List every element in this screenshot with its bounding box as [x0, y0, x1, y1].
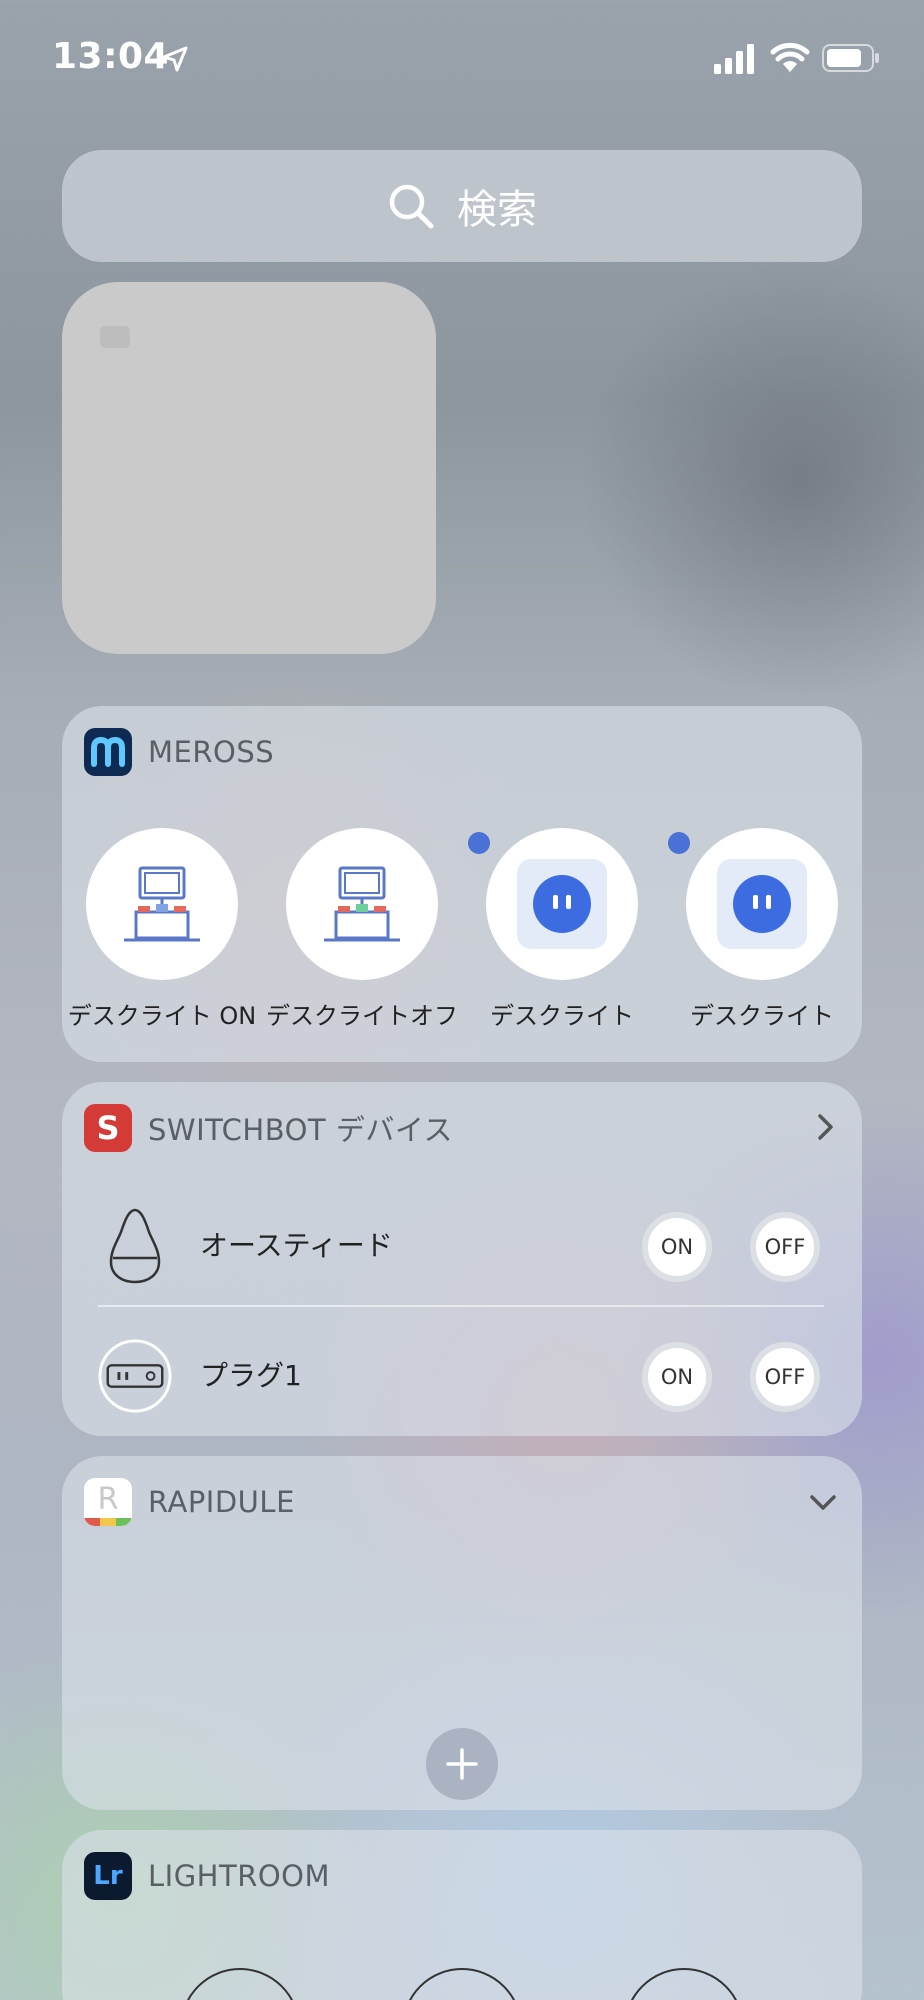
lightroom-action-button[interactable] — [624, 1968, 744, 2000]
chevron-down-icon[interactable] — [806, 1488, 840, 1516]
search-icon — [389, 184, 434, 229]
switchbot-device-row: プラグ1 ON OFF — [62, 1312, 862, 1432]
search-bar[interactable]: 検索 — [62, 150, 862, 262]
lightroom-app-icon: Lr — [84, 1852, 132, 1900]
meross-header: MEROSS — [84, 728, 274, 776]
switchbot-widget: S SWITCHBOT デバイス オースティード ON OFF プラグ1 ON … — [62, 1082, 862, 1436]
switchbot-title: SWITCHBOT デバイス — [148, 1113, 453, 1147]
rapidule-header[interactable]: R RAPIDULE — [84, 1478, 295, 1526]
desk-scene-icon — [286, 828, 438, 980]
wifi-icon — [770, 42, 810, 72]
desk-scene-icon — [86, 828, 238, 980]
meross-item-desk-on[interactable]: デスクライト ON — [62, 828, 262, 1048]
meross-widget: MEROSS デスクライト ON デスクライトオフ デスクライト デスクライト — [62, 706, 862, 1062]
bulb-icon — [98, 1206, 172, 1286]
rapidule-title: RAPIDULE — [148, 1485, 295, 1519]
rapidule-widget: R RAPIDULE — [62, 1456, 862, 1810]
plug-icon — [98, 1336, 172, 1416]
lightroom-title: LIGHTROOM — [148, 1859, 331, 1893]
device-name: オースティード — [200, 1229, 393, 1262]
lightroom-header[interactable]: Lr LIGHTROOM — [84, 1852, 330, 1900]
widget-placeholder-icon — [100, 326, 130, 348]
meross-item-label: デスクライト — [690, 1002, 834, 1030]
cellular-signal-icon — [714, 44, 754, 74]
switchbot-header[interactable]: S SWITCHBOT デバイス — [84, 1104, 453, 1152]
meross-item-label: デスクライトオフ — [266, 1002, 458, 1030]
switchbot-app-icon: S — [84, 1104, 132, 1152]
rapidule-app-icon: R — [84, 1478, 132, 1526]
status-dot — [668, 832, 690, 854]
on-button[interactable]: ON — [642, 1212, 712, 1282]
off-button[interactable]: OFF — [750, 1212, 820, 1282]
location-arrow-icon — [162, 46, 188, 72]
battery-icon — [822, 44, 879, 72]
lightroom-action-button[interactable] — [402, 1968, 522, 2000]
off-button[interactable]: OFF — [750, 1342, 820, 1412]
status-bar: 13:04 — [0, 0, 924, 110]
smart-plug-icon — [486, 828, 638, 980]
add-button[interactable] — [426, 1728, 498, 1800]
switchbot-device-row: オースティード ON OFF — [62, 1182, 862, 1302]
lightroom-action-button[interactable] — [180, 1968, 300, 2000]
meross-item-label: デスクライト — [490, 1002, 634, 1030]
meross-title: MEROSS — [148, 735, 275, 769]
meross-item-plug-1[interactable]: デスクライト — [462, 828, 662, 1048]
plus-icon — [446, 1748, 478, 1780]
meross-item-label: デスクライト ON — [67, 1002, 257, 1030]
divider — [98, 1305, 824, 1307]
chevron-right-icon[interactable] — [810, 1110, 840, 1144]
device-name: プラグ1 — [200, 1359, 302, 1392]
blank-widget[interactable] — [62, 282, 436, 654]
search-placeholder: 検索 — [457, 187, 537, 233]
status-dot — [468, 832, 490, 854]
meross-app-icon — [84, 728, 132, 776]
status-time: 13:04 — [52, 36, 170, 77]
on-button[interactable]: ON — [642, 1342, 712, 1412]
meross-item-desk-off[interactable]: デスクライトオフ — [262, 828, 462, 1048]
smart-plug-icon — [686, 828, 838, 980]
lightroom-widget: Lr LIGHTROOM — [62, 1830, 862, 2000]
meross-item-plug-2[interactable]: デスクライト — [662, 828, 862, 1048]
